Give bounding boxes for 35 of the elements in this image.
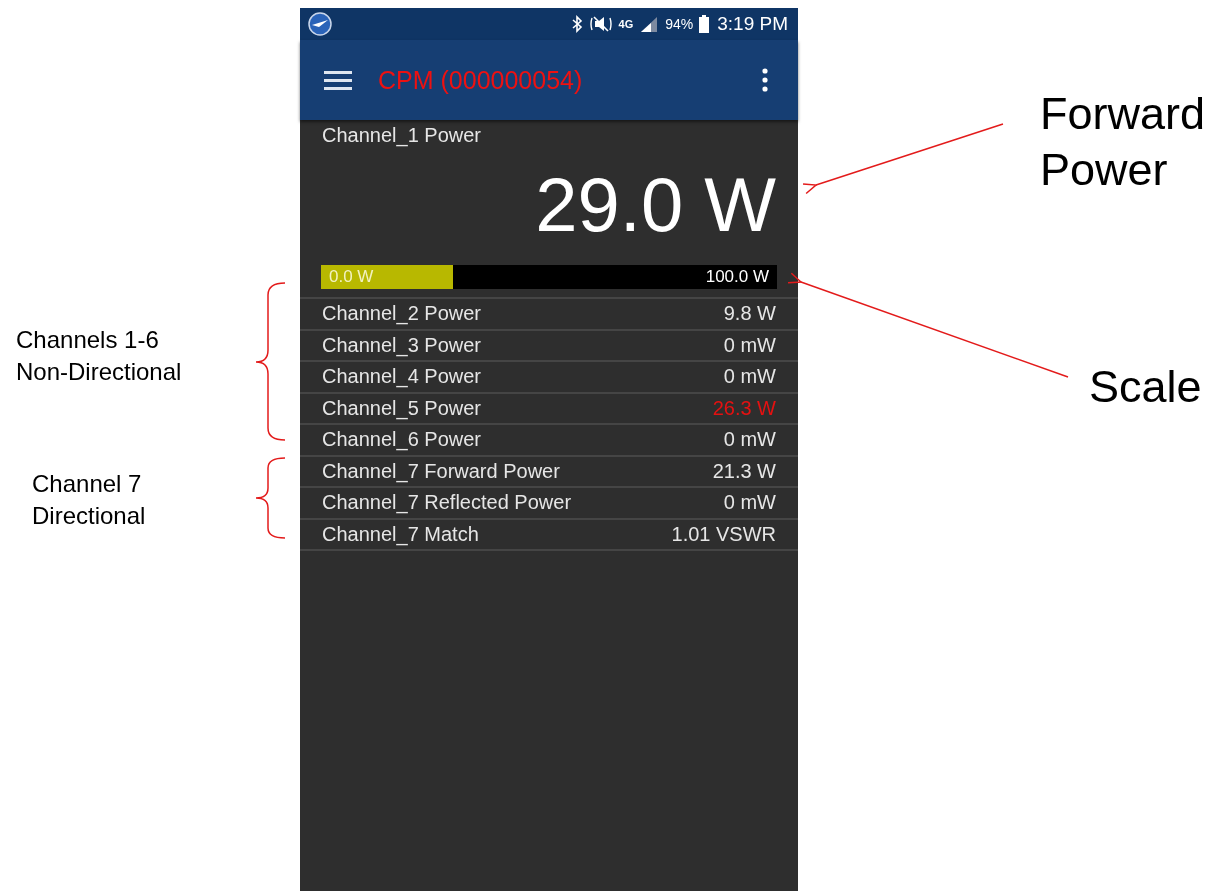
annotation-text: Scale bbox=[1089, 361, 1202, 413]
scale-max: 100.0 W bbox=[705, 267, 769, 287]
channel-label: Channel_7 Match bbox=[322, 522, 479, 546]
channel-value: 0 mW bbox=[723, 428, 776, 452]
channel-value: 21.3 W bbox=[712, 459, 776, 483]
signal-icon bbox=[639, 16, 660, 32]
battery-percentage: 94% bbox=[665, 16, 694, 32]
app-title: CPM (000000054) bbox=[378, 65, 584, 95]
channel-value: 9.8 W bbox=[723, 302, 776, 326]
more-options-icon[interactable] bbox=[762, 68, 768, 92]
channel-label: Channel_4 Power bbox=[322, 365, 481, 389]
channel-label: Channel_2 Power bbox=[322, 302, 481, 326]
mute-icon bbox=[588, 15, 613, 33]
channel-value: 0 mW bbox=[723, 365, 776, 389]
app-logo-icon bbox=[308, 12, 332, 36]
annotation-text: Channels 1-6 Non-Directional bbox=[16, 325, 182, 388]
annotation-text: Forward Power bbox=[1040, 87, 1206, 198]
scale-min: 0.0 W bbox=[329, 267, 374, 287]
bluetooth-icon bbox=[570, 15, 583, 33]
channel-value: 1.01 VSWR bbox=[671, 522, 776, 546]
channel-value: 0 mW bbox=[723, 333, 776, 357]
annotation-text: Channel 7 Directional bbox=[32, 469, 146, 532]
channel-value: 26.3 W bbox=[712, 396, 776, 420]
channel-label: Channel_7 Reflected Power bbox=[322, 491, 572, 515]
channel-label: Channel_7 Forward Power bbox=[322, 459, 560, 483]
channel-label: Channel_3 Power bbox=[322, 333, 481, 357]
menu-icon[interactable] bbox=[324, 70, 352, 90]
battery-icon bbox=[699, 15, 710, 33]
channel-label: Channel_5 Power bbox=[322, 396, 481, 420]
status-time: 3:19 PM bbox=[717, 13, 788, 35]
network-indicator: 4G bbox=[618, 18, 634, 30]
primary-power-value: 29.0 W bbox=[535, 167, 776, 243]
channel-label: Channel_6 Power bbox=[322, 428, 481, 452]
primary-channel-label: Channel_1 Power bbox=[322, 124, 481, 147]
channel-value: 0 mW bbox=[723, 491, 776, 515]
